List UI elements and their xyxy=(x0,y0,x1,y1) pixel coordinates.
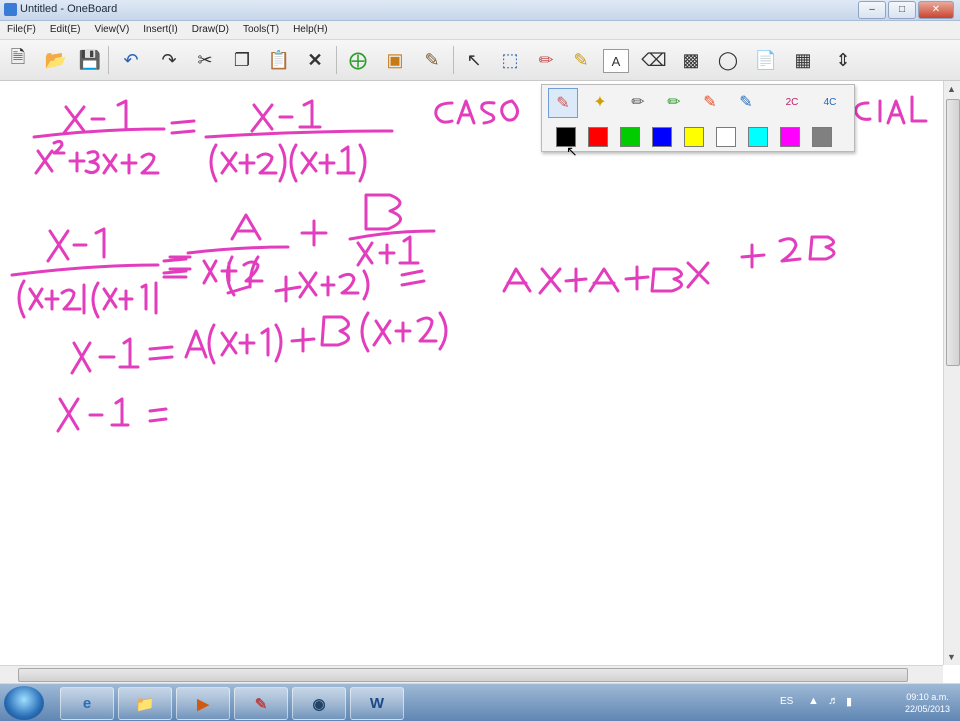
screen-shade-icon[interactable]: ▩ xyxy=(677,46,705,74)
undo-icon[interactable]: ↶ xyxy=(117,46,145,74)
pencil-icon[interactable]: ✏ xyxy=(660,88,688,116)
mouse-cursor-icon: ↖ xyxy=(566,143,578,159)
menu-tools[interactable]: Tools(T) xyxy=(236,21,286,39)
menu-edit[interactable]: Edit(E) xyxy=(43,21,88,39)
open-icon[interactable]: 📂 xyxy=(42,46,70,74)
media-player-icon[interactable]: ▶ xyxy=(176,687,230,720)
close-button[interactable]: ✕ xyxy=(918,1,954,19)
maximize-button[interactable]: □ xyxy=(888,1,916,19)
internet-explorer-icon[interactable]: e xyxy=(60,687,114,720)
volume-icon[interactable]: ♬ xyxy=(828,695,839,707)
cut-icon[interactable]: ✂ xyxy=(191,46,219,74)
color-swatch-cyan[interactable] xyxy=(748,127,768,147)
clock-date: 22/05/2013 xyxy=(904,704,950,714)
window-title: Untitled - OneBoard xyxy=(20,3,118,15)
system-tray: ES ▲ ♬ ▮ 09:10 a.m. 22/05/2013 xyxy=(780,687,950,718)
word-icon[interactable]: W xyxy=(350,687,404,720)
oneboard-taskbar-icon[interactable]: ✎ xyxy=(234,687,288,720)
two-color-pen-label: 2C xyxy=(785,96,799,108)
main-toolbar: 🗎 📂 💾 ↶ ↷ ✂ ❐ 📋 ✕ ⨁ ▣ ✎ ↖ ⬚ ✏ ✎ A ⌫ ▩ ◯ … xyxy=(0,40,960,81)
language-icon[interactable]: ES xyxy=(780,696,793,707)
window-controls: – □ ✕ xyxy=(858,1,954,19)
scroll-down-icon[interactable]: ▼ xyxy=(947,652,956,662)
highlighter-icon[interactable]: ✎ xyxy=(732,88,760,116)
color-swatch-red[interactable] xyxy=(588,127,608,147)
text-icon[interactable]: A xyxy=(603,49,629,73)
brush-pen-icon[interactable]: ✎ xyxy=(548,88,578,118)
menu-file[interactable]: File(F) xyxy=(0,21,43,39)
smart-pen-icon[interactable]: ✏ xyxy=(624,88,652,116)
toolbar-separator xyxy=(108,46,109,74)
menu-bar: File(F) Edit(E) View(V) Insert(I) Draw(D… xyxy=(0,21,960,40)
copy-icon[interactable]: ❐ xyxy=(228,46,256,74)
eraser-icon[interactable]: ⌫ xyxy=(640,46,668,74)
four-color-pen-label: 4C xyxy=(823,96,837,108)
redo-icon[interactable]: ↷ xyxy=(155,46,183,74)
add-page-icon[interactable]: ⨁ xyxy=(344,46,372,74)
new-page-icon[interactable]: 🗎 xyxy=(4,46,32,74)
color-swatch-yellow[interactable] xyxy=(684,127,704,147)
camera-icon[interactable]: ◉ xyxy=(292,687,346,720)
color-swatch-magenta[interactable] xyxy=(780,127,800,147)
clock-time: 09:10 a.m. xyxy=(906,692,949,702)
scroll-icon[interactable]: ⇕ xyxy=(829,46,857,74)
table-icon[interactable]: ▦ xyxy=(789,46,817,74)
pen-palette-popup: ✎ ✦ ✏ ✏ ✎ ✎ 2C 4C xyxy=(541,84,855,152)
two-color-pen-icon[interactable]: 2C xyxy=(778,88,806,116)
page-icon[interactable]: 📄 xyxy=(752,46,780,74)
horizontal-scroll-thumb[interactable] xyxy=(18,668,908,682)
highlighter-icon[interactable]: ✎ xyxy=(567,46,595,74)
minimize-button[interactable]: – xyxy=(858,1,886,19)
scroll-up-icon[interactable]: ▲ xyxy=(947,84,956,94)
menu-view[interactable]: View(V) xyxy=(87,21,136,39)
save-icon[interactable]: 💾 xyxy=(76,46,104,74)
start-button[interactable] xyxy=(4,686,44,720)
color-swatch-gray[interactable] xyxy=(812,127,832,147)
file-explorer-icon[interactable]: 📁 xyxy=(118,687,172,720)
calligraphy-pen-icon[interactable]: ✎ xyxy=(696,88,724,116)
delete-icon[interactable]: ✕ xyxy=(301,46,329,74)
spotlight-icon[interactable]: ◯ xyxy=(714,46,742,74)
vertical-scroll-thumb[interactable] xyxy=(946,99,960,366)
title-bar: Untitled - OneBoard – □ ✕ xyxy=(0,0,960,21)
toolbar-separator xyxy=(453,46,454,74)
network-icon[interactable]: ▮ xyxy=(846,695,852,708)
vertical-scrollbar[interactable]: ▲ ▼ xyxy=(943,81,960,665)
menu-insert[interactable]: Insert(I) xyxy=(136,21,184,39)
color-swatch-blue[interactable] xyxy=(652,127,672,147)
paste-icon[interactable]: 📋 xyxy=(265,46,293,74)
color-swatch-green[interactable] xyxy=(620,127,640,147)
clock[interactable]: 09:10 a.m. 22/05/2013 xyxy=(905,691,950,715)
magic-pen-icon[interactable]: ✦ xyxy=(586,88,614,116)
whiteboard-canvas[interactable] xyxy=(0,81,943,665)
word-icon-label: W xyxy=(369,695,385,712)
color-swatch-white[interactable] xyxy=(716,127,736,147)
pointer-icon[interactable]: ↖ xyxy=(460,46,488,74)
windows-taskbar: e 📁 ▶ ✎ ◉ W ES ▲ ♬ ▮ 09:10 a.m. 22/05/20… xyxy=(0,683,960,721)
magnifier-pen-icon[interactable]: ✎ xyxy=(418,46,446,74)
select-icon[interactable]: ⬚ xyxy=(496,46,524,74)
pen-icon[interactable]: ✏ xyxy=(532,46,560,74)
screen-capture-icon[interactable]: ▣ xyxy=(381,46,409,74)
handwritten-equations xyxy=(10,95,928,433)
four-color-pen-icon[interactable]: 4C xyxy=(816,88,844,116)
toolbar-separator xyxy=(336,46,337,74)
oneboard-app-icon xyxy=(4,3,17,16)
menu-help[interactable]: Help(H) xyxy=(286,21,334,39)
menu-draw[interactable]: Draw(D) xyxy=(185,21,236,39)
horizontal-scrollbar[interactable] xyxy=(0,665,943,683)
tray-arrow-icon[interactable]: ▲ xyxy=(808,695,819,707)
